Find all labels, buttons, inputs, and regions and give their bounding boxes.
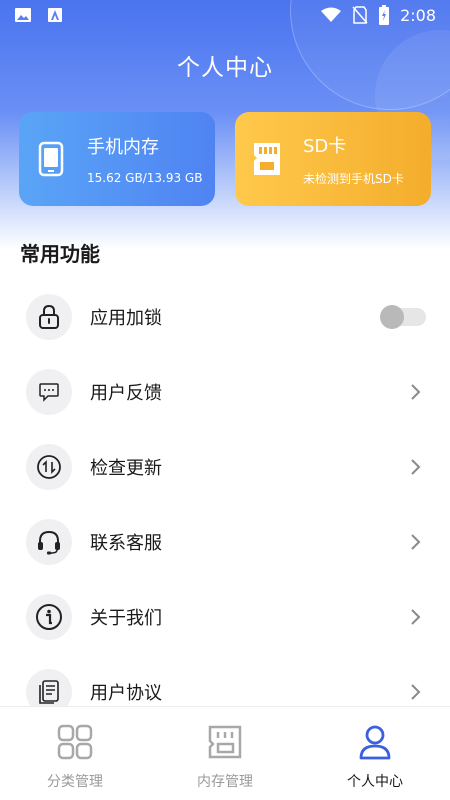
menu-item-check-update[interactable]: 检查更新 bbox=[0, 429, 450, 504]
status-time: 2:08 bbox=[400, 5, 436, 25]
image-icon bbox=[15, 8, 31, 22]
no-sim-icon bbox=[352, 6, 368, 24]
memory-icon bbox=[208, 725, 242, 759]
tab-label: 个人中心 bbox=[347, 774, 403, 790]
sd-card-title: SD卡 bbox=[303, 135, 347, 157]
sd-card-status: 未检测到手机SD卡 bbox=[303, 171, 404, 186]
lock-icon bbox=[26, 293, 72, 340]
section-title: 常用功能 bbox=[20, 242, 100, 266]
feedback-icon bbox=[26, 368, 72, 415]
menu-label-feedback: 用户反馈 bbox=[90, 382, 162, 404]
info-icon bbox=[26, 593, 72, 640]
menu-item-feedback[interactable]: 用户反馈 bbox=[0, 354, 450, 429]
user-icon bbox=[359, 725, 391, 760]
app-lock-toggle[interactable] bbox=[380, 304, 426, 329]
menu-label-contact-service: 联系客服 bbox=[90, 532, 162, 554]
internal-storage-usage: 15.62 GB/13.93 GB bbox=[87, 171, 203, 185]
wifi-icon bbox=[321, 7, 342, 22]
menu-label-user-agreement: 用户协议 bbox=[90, 682, 162, 704]
menu-label-app-lock: 应用加锁 bbox=[90, 307, 162, 329]
menu-label-check-update: 检查更新 bbox=[90, 457, 162, 479]
page-title: 个人中心 bbox=[177, 55, 273, 81]
chevron-right-icon bbox=[411, 383, 421, 400]
chevron-right-icon bbox=[411, 683, 421, 700]
tab-label: 内存管理 bbox=[197, 774, 253, 790]
internal-storage-title: 手机内存 bbox=[87, 137, 159, 158]
app-notification-icon bbox=[48, 8, 62, 22]
phone-icon bbox=[38, 141, 64, 177]
menu-item-app-lock[interactable]: 应用加锁 bbox=[0, 279, 450, 354]
chevron-right-icon bbox=[411, 533, 421, 550]
tab-label: 分类管理 bbox=[47, 774, 103, 790]
menu-item-contact-service[interactable]: 联系客服 bbox=[0, 504, 450, 579]
tab-category-management[interactable]: 分类管理 bbox=[0, 707, 150, 800]
internal-storage-card[interactable]: 手机内存 15.62 GB/13.93 GB bbox=[19, 112, 215, 206]
sd-card-card[interactable]: SD卡 未检测到手机SD卡 bbox=[235, 112, 431, 206]
battery-charging-icon bbox=[379, 5, 390, 25]
sd-card-icon bbox=[254, 143, 280, 175]
status-bar: 2:08 bbox=[0, 0, 450, 30]
function-menu: 应用加锁 用户反馈 检查更新 联系客服 关于我们 用户协议 bbox=[0, 279, 450, 729]
menu-item-about-us[interactable]: 关于我们 bbox=[0, 579, 450, 654]
chevron-right-icon bbox=[411, 608, 421, 625]
grid-icon bbox=[57, 724, 93, 760]
toggle-knob bbox=[380, 304, 404, 329]
chevron-right-icon bbox=[411, 458, 421, 475]
headset-icon bbox=[26, 518, 72, 565]
tab-memory-management[interactable]: 内存管理 bbox=[150, 707, 300, 800]
bottom-tab-bar: 分类管理 内存管理 个人中心 bbox=[0, 706, 450, 800]
menu-label-about-us: 关于我们 bbox=[90, 607, 162, 629]
update-icon bbox=[26, 443, 72, 490]
tab-personal-center[interactable]: 个人中心 bbox=[300, 707, 450, 800]
